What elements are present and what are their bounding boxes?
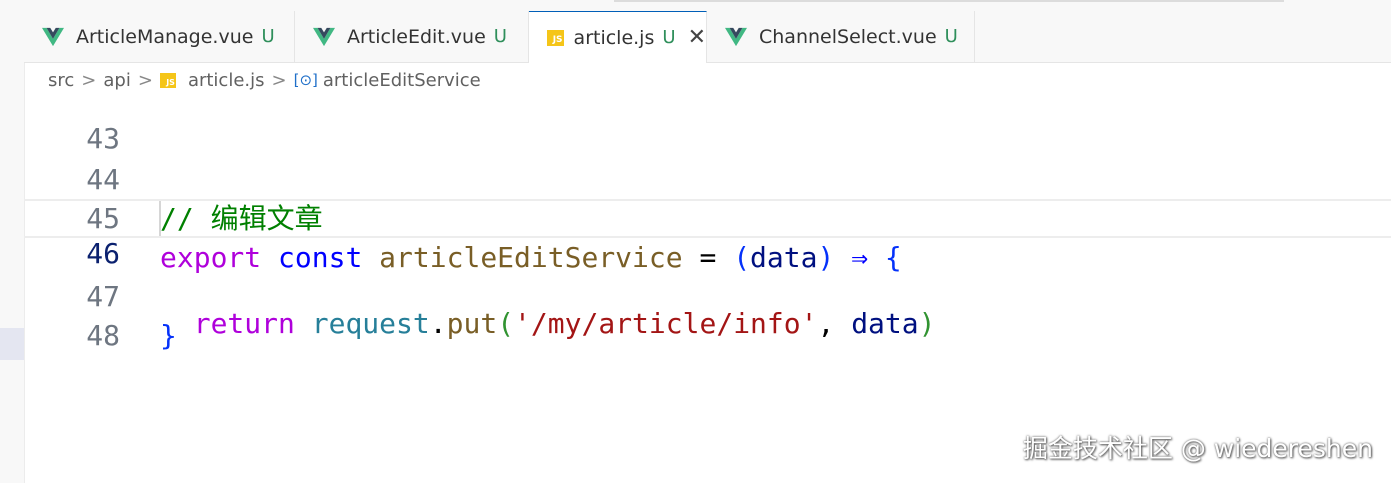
editor-tab-bar: ArticleManage.vue U ArticleEdit.vue U JS…: [24, 11, 1391, 63]
title-bar-edge: [24, 0, 1391, 11]
variable-symbol-icon: [⊙]: [293, 71, 318, 89]
brace-token: }: [160, 319, 177, 352]
vue-file-icon: [42, 27, 64, 46]
tab-label: article.js: [573, 26, 655, 49]
chevron-right-icon: >: [137, 69, 153, 91]
code-line: 48: [24, 277, 1391, 352]
code-line: 47 }: [24, 238, 1391, 352]
tab-channelselect-vue[interactable]: ChannelSelect.vue U: [707, 11, 975, 62]
indent-guide: [159, 201, 161, 236]
breadcrumb: src > api > JS article.js > [⊙] articleE…: [48, 64, 481, 96]
untracked-badge: U: [261, 26, 275, 47]
chevron-right-icon: >: [271, 69, 287, 91]
code-text: }: [160, 316, 177, 355]
activity-bar-highlight: [0, 328, 24, 360]
untracked-badge: U: [493, 26, 507, 47]
chevron-right-icon: >: [81, 69, 97, 91]
js-file-icon: JS: [547, 29, 564, 46]
js-file-icon: JS: [159, 72, 176, 88]
line-number: 48: [86, 319, 120, 352]
vue-file-icon: [725, 27, 747, 46]
tab-articlemanage-vue[interactable]: ArticleManage.vue U: [24, 11, 295, 62]
breadcrumb-item-api[interactable]: api: [103, 70, 130, 91]
tab-label: ArticleEdit.vue: [347, 25, 486, 48]
untracked-badge: U: [662, 27, 676, 48]
close-icon[interactable]: ✕: [688, 25, 706, 50]
code-editor[interactable]: 43 44 // 编辑文章 45 export const articleEdi…: [24, 97, 1391, 483]
code-line: 43: [24, 97, 1391, 155]
tab-label: ArticleManage.vue: [76, 25, 254, 48]
code-line: 45 export const articleEditService = (da…: [24, 160, 1391, 274]
code-line-current: 46 return request.put('/my/article/info'…: [24, 199, 1391, 340]
breadcrumb-item-file[interactable]: article.js: [188, 70, 265, 91]
vue-file-icon: [313, 27, 335, 46]
tab-article-js[interactable]: JS article.js U ✕: [529, 11, 707, 63]
tab-label: ChannelSelect.vue: [759, 25, 937, 48]
breadcrumb-item-src[interactable]: src: [48, 70, 74, 91]
breadcrumb-item-symbol[interactable]: articleEditService: [323, 70, 481, 91]
untracked-badge: U: [944, 26, 958, 47]
drag-handle[interactable]: [614, 0, 1284, 2]
activity-bar: [0, 0, 25, 483]
watermark: 掘金技术社区 @ wiedereshen: [1022, 434, 1373, 463]
code-line: 44 // 编辑文章: [24, 121, 1391, 235]
tab-articleedit-vue[interactable]: ArticleEdit.vue U: [295, 11, 529, 62]
